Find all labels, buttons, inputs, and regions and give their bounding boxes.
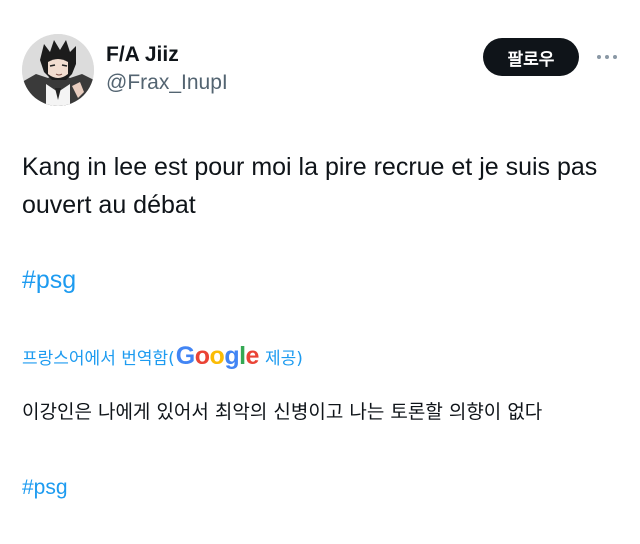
translation-prefix: 프랑스어에서 번역함( <box>22 348 175 369</box>
dot <box>613 55 617 59</box>
tweet-header: F/A Jiiz @Frax_InupI 팔로우 <box>22 34 622 110</box>
dot <box>605 55 609 59</box>
translation-suffix: 제공) <box>264 348 303 369</box>
hashtag-link[interactable]: #psg <box>22 262 76 298</box>
tweet-text: Kang in lee est pour moi la pire recrue … <box>22 153 598 219</box>
dot <box>597 55 601 59</box>
google-logo: Google <box>175 342 260 370</box>
tweet-card: F/A Jiiz @Frax_InupI 팔로우 Kang in lee est… <box>0 0 640 544</box>
translated-text: 이강인은 나에게 있어서 최악의 신병이고 나는 토론할 의향이 없다 <box>22 401 543 423</box>
user-handle[interactable]: @Frax_InupI <box>106 70 228 96</box>
follow-button[interactable]: 팔로우 <box>483 38 579 76</box>
anime-character-avatar-icon <box>22 34 94 106</box>
more-options-icon[interactable] <box>592 44 622 70</box>
translation-attribution[interactable]: 프랑스어에서 번역함( Google 제공) <box>22 340 303 372</box>
display-name[interactable]: F/A Jiiz <box>106 42 228 68</box>
avatar[interactable] <box>22 34 94 106</box>
translated-hashtag-link[interactable]: #psg <box>22 474 68 502</box>
author-names: F/A Jiiz @Frax_InupI <box>106 42 228 96</box>
